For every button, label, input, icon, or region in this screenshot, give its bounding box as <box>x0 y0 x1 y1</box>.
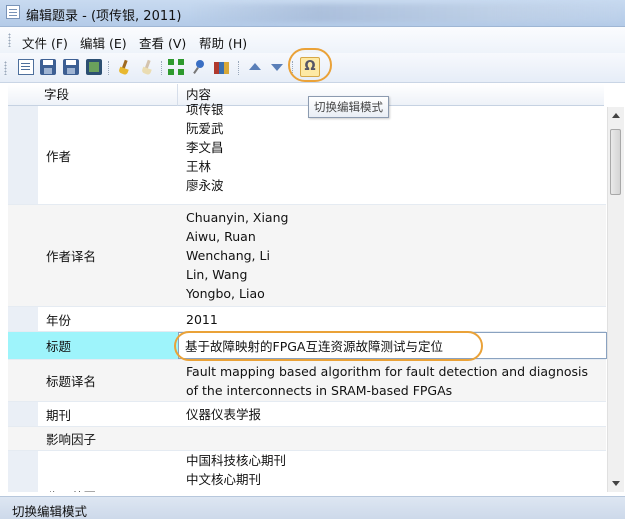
blurred-background <box>190 4 620 22</box>
row-value[interactable]: 中国科技核心期刊 中文核心期刊 <box>186 451 598 492</box>
save-as-icon[interactable] <box>63 59 79 75</box>
clean-disabled-icon[interactable] <box>139 59 155 75</box>
status-text: 切换编辑模式 <box>12 504 88 519</box>
value-line: 仪器仪表学报 <box>186 406 262 422</box>
grid-corner <box>8 84 38 106</box>
column-header-field[interactable]: 字段 <box>38 84 178 106</box>
row-value[interactable]: 仪器仪表学报 <box>186 402 598 426</box>
toolbar-separator <box>238 61 240 75</box>
omega-button-highlight <box>288 48 332 82</box>
title-field-highlight <box>174 331 483 361</box>
table-row[interactable]: 影响因子 <box>8 427 606 451</box>
value-line: 李文昌 <box>186 140 224 155</box>
app-document-icon <box>6 5 20 19</box>
export-icon[interactable] <box>86 59 102 75</box>
row-value[interactable] <box>186 427 598 450</box>
value-line: Lin, Wang <box>186 267 248 282</box>
scroll-down-icon[interactable] <box>612 481 620 486</box>
value-line: 中文核心期刊 <box>186 472 262 487</box>
row-field-label: 期刊 <box>46 407 72 423</box>
row-field-label: 标题译名 <box>46 374 97 389</box>
toolbar-separator <box>108 61 110 75</box>
table-row[interactable]: 年份 2011 <box>8 307 606 332</box>
value-line: Yongbo, Liao <box>186 286 265 301</box>
status-bar: 切换编辑模式 <box>0 496 625 519</box>
row-field-label: 标题 <box>38 332 178 359</box>
save-icon[interactable] <box>40 59 56 75</box>
menu-file[interactable]: 文件 (F) <box>22 33 68 52</box>
row-field-label: 年份 <box>46 312 72 328</box>
table-row[interactable]: 收录范围 中国科技核心期刊 中文核心期刊 <box>8 451 606 492</box>
menubar-grip-icon[interactable] <box>8 33 11 47</box>
row-value[interactable]: Chuanyin, Xiang Aiwu, Ruan Wenchang, Li … <box>186 205 598 306</box>
table-row[interactable]: 作者译名 Chuanyin, Xiang Aiwu, Ruan Wenchang… <box>8 205 606 307</box>
row-value[interactable]: 项传银 阮爱武 李文昌 王林 廖永波 <box>186 100 598 204</box>
row-field-label: 作者译名 <box>46 249 97 264</box>
value-line: 中国科技核心期刊 <box>186 453 287 468</box>
table-row[interactable]: 标题译名 Fault mapping based algorithm for f… <box>8 360 606 402</box>
toolbar-grip-icon[interactable] <box>4 61 7 75</box>
value-line: 阮爱武 <box>186 121 224 136</box>
toolbar-separator <box>161 61 163 75</box>
tooltip: 切换编辑模式 <box>308 96 389 118</box>
value-line: 2011 <box>186 311 218 327</box>
value-line: Wenchang, Li <box>186 248 270 263</box>
value-line: Chuanyin, Xiang <box>186 210 289 225</box>
value-line: 王林 <box>186 159 212 174</box>
row-value[interactable]: 2011 <box>186 307 598 331</box>
value-line: 廖永波 <box>186 178 224 193</box>
value-line: 项传银 <box>186 102 224 117</box>
title-bar: 编辑题录 - (项传银, 2011) <box>0 0 625 27</box>
fields-grid-icon[interactable] <box>168 59 184 75</box>
scroll-up-icon[interactable] <box>612 113 620 118</box>
move-up-icon[interactable] <box>248 59 262 75</box>
window-title: 编辑题录 - (项传银, 2011) <box>26 9 182 24</box>
scroll-thumb[interactable] <box>610 129 621 195</box>
field-grid: 字段 内容 作者 项传银 阮爱武 李文昌 王林 廖永波 作者译名 Chuanyi… <box>8 84 625 492</box>
table-row[interactable]: 期刊 仪器仪表学报 <box>8 402 606 427</box>
value-line: Aiwu, Ruan <box>186 229 256 244</box>
table-row[interactable]: 作者 项传银 阮爱武 李文昌 王林 廖永波 <box>8 102 606 205</box>
new-document-icon[interactable] <box>18 59 34 75</box>
menu-edit[interactable]: 编辑 (E) <box>80 33 127 52</box>
menu-view[interactable]: 查看 (V) <box>139 33 186 52</box>
row-field-label: 收录范围 <box>38 451 178 492</box>
move-down-icon[interactable] <box>270 59 284 75</box>
row-value[interactable]: Fault mapping based algorithm for fault … <box>186 360 598 401</box>
value-line: Fault mapping based algorithm for fault … <box>186 363 589 398</box>
vertical-scrollbar[interactable] <box>607 107 624 492</box>
menu-help[interactable]: 帮助 (H) <box>199 33 247 52</box>
row-selection-marker <box>8 332 38 359</box>
row-field-label: 影响因子 <box>46 432 97 447</box>
library-icon[interactable] <box>213 59 229 75</box>
row-field-label: 作者 <box>46 148 72 164</box>
pin-icon[interactable] <box>191 59 207 75</box>
clean-icon[interactable] <box>116 59 132 75</box>
